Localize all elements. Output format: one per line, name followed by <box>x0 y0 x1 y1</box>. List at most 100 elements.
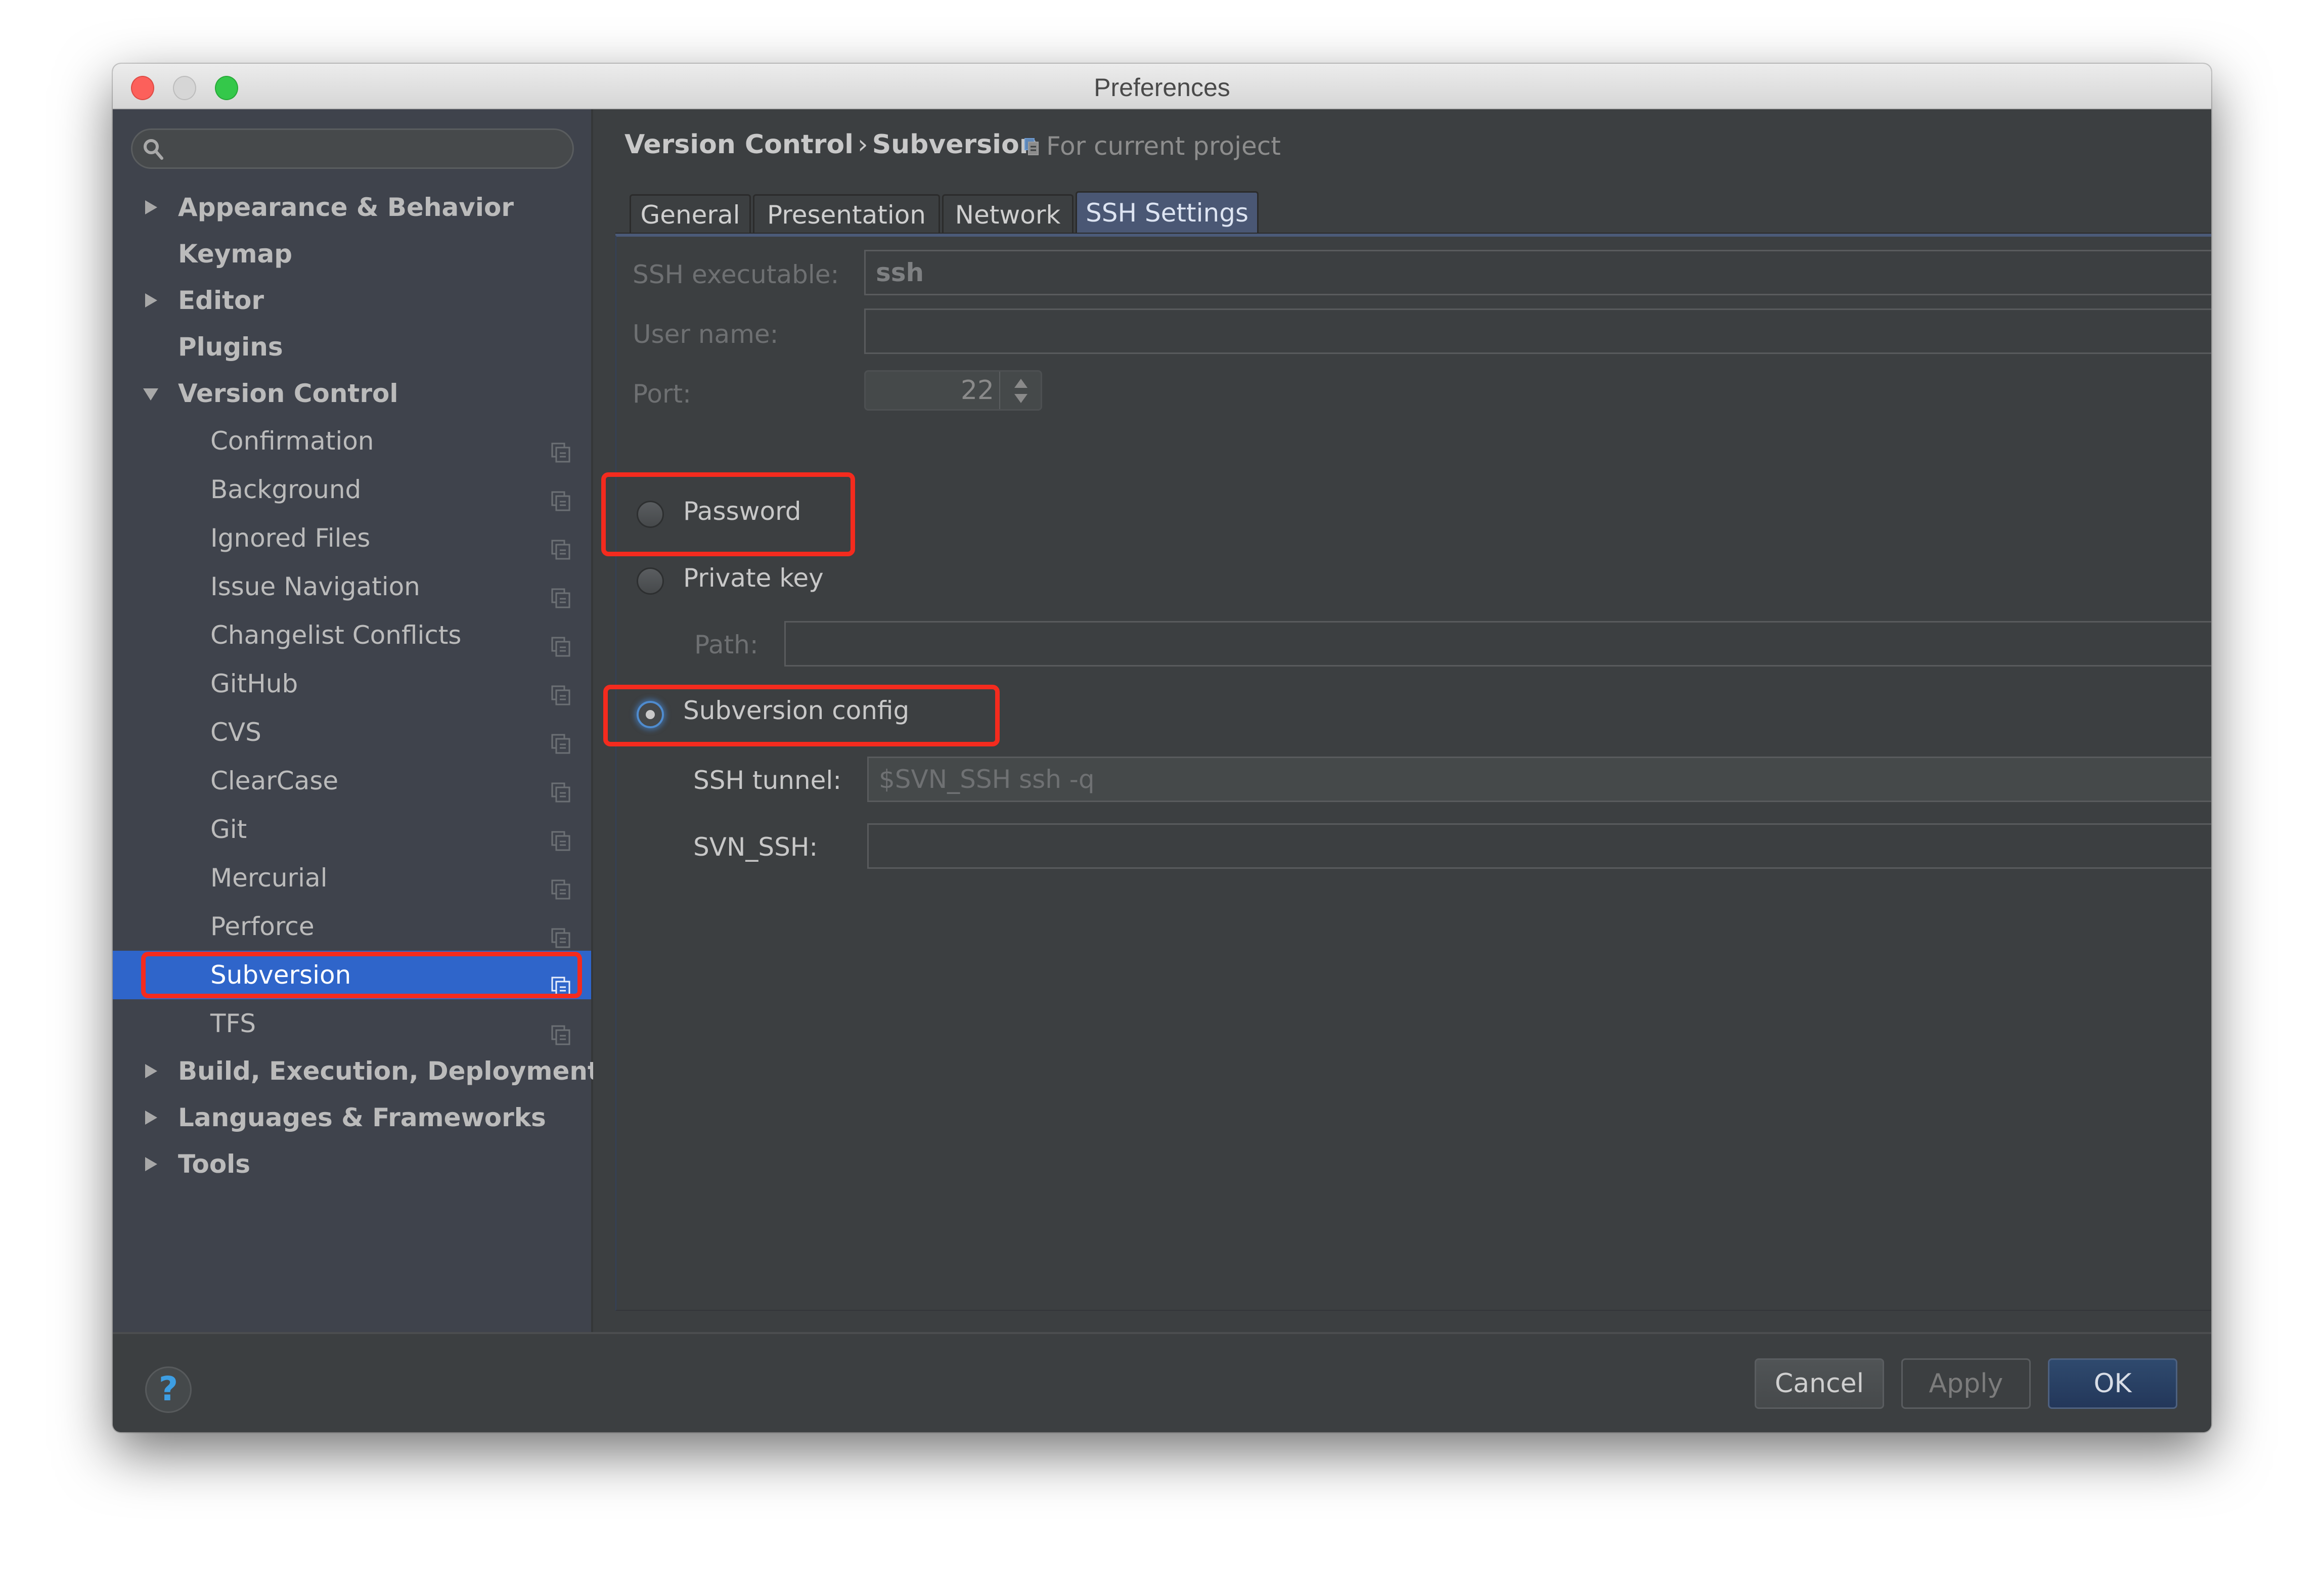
breadcrumb-item: Subversion <box>872 129 1038 160</box>
port-value[interactable]: 22 <box>961 372 994 409</box>
project-scope-icon <box>551 770 570 803</box>
project-scope-icon <box>551 1012 570 1045</box>
project-scope-icon <box>551 915 570 948</box>
expand-arrow-icon[interactable] <box>142 184 162 231</box>
spinner-arrows-icon[interactable] <box>1013 378 1029 404</box>
expand-arrow-icon[interactable] <box>142 1048 162 1094</box>
sidebar-item-label: CVS <box>210 718 261 747</box>
sidebar-item-label: Ignored Files <box>210 523 371 553</box>
port-label: Port: <box>633 379 691 409</box>
sidebar-item-label: Plugins <box>178 332 283 362</box>
settings-search-input[interactable] <box>131 128 574 169</box>
private-key-path-field[interactable] <box>784 621 2211 667</box>
highlight-box <box>141 952 582 998</box>
sidebar-item-label: Perforce <box>210 912 315 941</box>
sidebar-item-editor[interactable]: Editor <box>113 277 591 324</box>
project-scope-icon <box>551 430 570 463</box>
ssh-executable-label: SSH executable: <box>633 260 839 289</box>
sidebar-item-build-execution-deployment[interactable]: Build, Execution, Deployment <box>113 1048 600 1094</box>
private-key-radio[interactable] <box>637 567 664 595</box>
settings-tree: Appearance & Behavior Keymap Editor Plug… <box>113 184 600 1187</box>
tab-ssh-settings[interactable]: SSH Settings <box>1076 191 1259 233</box>
sidebar-item-label: Changelist Conflicts <box>210 621 462 650</box>
cancel-button[interactable]: Cancel <box>1755 1358 1884 1409</box>
ssh-tunnel-field[interactable]: $SVN_SSH ssh -q <box>867 757 2211 802</box>
subversion-config-radio-label[interactable]: Subversion config <box>683 696 909 725</box>
sidebar-item-plugins[interactable]: Plugins <box>113 324 591 370</box>
sidebar-item-appearance-behavior[interactable]: Appearance & Behavior <box>113 184 591 231</box>
sidebar-item-tools[interactable]: Tools <box>113 1141 591 1187</box>
sidebar-item-label: Git <box>210 815 247 844</box>
search-icon <box>142 137 166 161</box>
sidebar-item-background[interactable]: Background <box>113 465 591 514</box>
ssh-tunnel-label: SSH tunnel: <box>693 766 842 795</box>
sidebar-item-github[interactable]: GitHub <box>113 659 591 708</box>
sidebar-item-label: Issue Navigation <box>210 572 420 601</box>
help-button[interactable]: ? <box>145 1366 192 1413</box>
tab-general[interactable]: General <box>630 194 751 233</box>
sidebar-item-confirmation[interactable]: Confirmation <box>113 417 591 465</box>
apply-button[interactable]: Apply <box>1901 1358 2031 1409</box>
private-key-radio-label[interactable]: Private key <box>683 563 824 593</box>
sidebar-item-git[interactable]: Git <box>113 805 591 854</box>
ssh-executable-field[interactable]: ssh <box>864 250 2211 295</box>
expand-arrow-icon[interactable] <box>142 277 162 324</box>
preferences-window: Preferences Appearance & Behavior Keymap… <box>113 64 2211 1432</box>
dialog-footer: ? Cancel Apply OK <box>113 1332 2211 1432</box>
title-bar: Preferences <box>113 64 2211 109</box>
sidebar-item-changelist-conflicts[interactable]: Changelist Conflicts <box>113 611 591 659</box>
port-spinner[interactable]: 22 <box>864 370 1042 411</box>
subversion-config-radio[interactable] <box>637 701 664 728</box>
project-scope-icon <box>1024 132 1039 155</box>
sidebar-item-clearcase[interactable]: ClearCase <box>113 757 591 805</box>
sidebar-item-version-control[interactable]: Version Control <box>113 370 591 417</box>
sidebar-item-label: GitHub <box>210 669 298 698</box>
project-scope-icon <box>551 478 570 511</box>
radio-selected-dot <box>646 710 655 719</box>
sidebar-item-label: Confirmation <box>210 426 374 456</box>
window-title: Preferences <box>1094 73 1230 102</box>
tab-presentation[interactable]: Presentation <box>753 194 940 233</box>
project-scope-icon <box>551 721 570 754</box>
sidebar-item-label: Build, Execution, Deployment <box>178 1056 600 1086</box>
sidebar-item-subversion[interactable]: Subversion <box>113 951 591 999</box>
sidebar-item-issue-navigation[interactable]: Issue Navigation <box>113 562 591 611</box>
sidebar-item-label: Mercurial <box>210 863 328 893</box>
project-scope-label: For current project <box>1024 131 1281 161</box>
project-scope-icon <box>551 624 570 657</box>
spinner-divider <box>999 372 1000 409</box>
breadcrumb-item[interactable]: Version Control <box>624 129 854 160</box>
sidebar-item-label: Appearance & Behavior <box>178 193 514 222</box>
sidebar-item-label: ClearCase <box>210 766 339 795</box>
tab-network[interactable]: Network <box>942 194 1074 233</box>
ok-button[interactable]: OK <box>2048 1358 2177 1409</box>
user-name-field[interactable] <box>864 308 2211 354</box>
svn-ssh-label: SVN_SSH: <box>693 832 818 862</box>
path-label: Path: <box>694 630 758 659</box>
sidebar-item-label: TFS <box>210 1009 256 1038</box>
expand-arrow-icon[interactable] <box>142 1094 162 1141</box>
project-scope-icon <box>551 964 570 997</box>
project-scope-icon <box>551 818 570 851</box>
sidebar-item-ignored-files[interactable]: Ignored Files <box>113 514 591 562</box>
sidebar-item-languages-frameworks[interactable]: Languages & Frameworks <box>113 1094 591 1141</box>
sidebar-item-label: Subversion <box>210 960 351 990</box>
settings-sidebar: Appearance & Behavior Keymap Editor Plug… <box>113 109 600 1332</box>
sidebar-item-perforce[interactable]: Perforce <box>113 902 591 951</box>
ssh-settings-panel: SSH executable: ssh User name: Port: 22 … <box>601 236 2211 1311</box>
project-scope-text: For current project <box>1046 131 1281 161</box>
svn-ssh-field[interactable] <box>867 823 2211 869</box>
project-scope-icon <box>551 527 570 560</box>
password-radio[interactable] <box>637 501 664 528</box>
project-scope-icon <box>551 867 570 900</box>
breadcrumb: Version Control › Subversion <box>624 129 1038 160</box>
expand-arrow-icon[interactable] <box>142 1141 162 1187</box>
sidebar-item-tfs[interactable]: TFS <box>113 999 591 1048</box>
sidebar-item-keymap[interactable]: Keymap <box>113 231 591 277</box>
password-radio-label[interactable]: Password <box>683 497 801 526</box>
sidebar-item-cvs[interactable]: CVS <box>113 708 591 757</box>
collapse-arrow-icon[interactable] <box>142 370 162 417</box>
sidebar-item-mercurial[interactable]: Mercurial <box>113 854 591 902</box>
sidebar-item-label: Tools <box>178 1149 251 1179</box>
sidebar-item-label: Keymap <box>178 239 293 269</box>
